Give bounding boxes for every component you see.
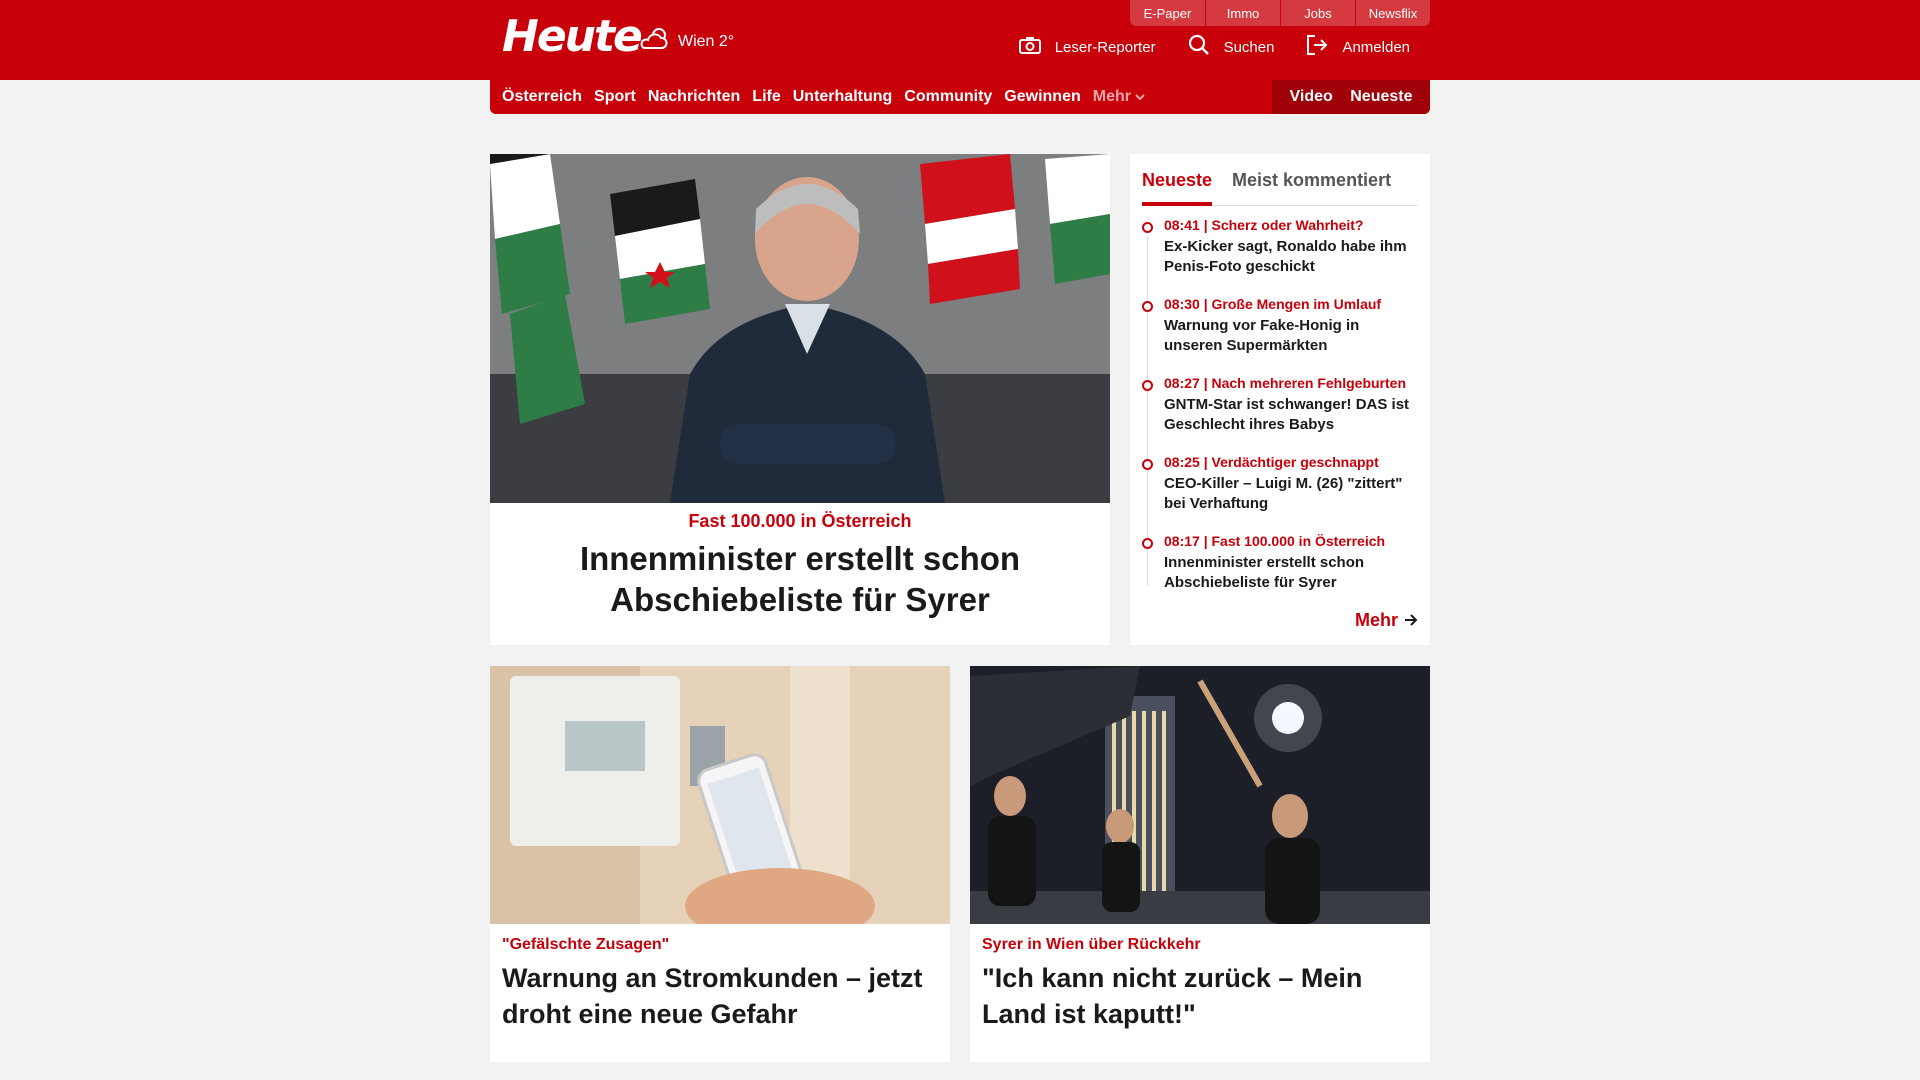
nav-more-dropdown[interactable]: Mehr bbox=[1093, 88, 1145, 106]
site-logo[interactable]: Heute bbox=[502, 12, 643, 62]
timeline-dot-icon bbox=[1142, 380, 1153, 391]
feed-item-title: GNTM-Star ist schwanger! DAS ist Geschle… bbox=[1164, 396, 1410, 433]
leser-reporter-button[interactable]: Leser-Reporter bbox=[1018, 36, 1156, 58]
flag-syria-mid bbox=[610, 179, 710, 324]
timeline-dot-icon bbox=[1142, 301, 1153, 312]
card-image-syrer[interactable] bbox=[970, 666, 1430, 924]
camera-icon bbox=[1018, 36, 1055, 58]
tab-neueste[interactable]: Neueste bbox=[1142, 162, 1213, 206]
latest-news-sidebar: Neueste Meist kommentiert 08:41 | Scherz… bbox=[1130, 154, 1430, 645]
login-button[interactable]: Anmelden bbox=[1306, 35, 1410, 59]
feed-item[interactable]: 08:25 | Verdächtiger geschnappt CEO-Kill… bbox=[1142, 453, 1418, 532]
tab-meist-kommentiert[interactable]: Meist kommentiert bbox=[1232, 162, 1391, 205]
feed-item-title: Warnung vor Fake-Honig in unseren Superm… bbox=[1164, 317, 1360, 354]
hero-image[interactable] bbox=[490, 154, 1110, 503]
sidebar-more-label: Mehr bbox=[1354, 610, 1398, 630]
timeline-dot-icon bbox=[1142, 222, 1153, 233]
nav-item-oesterreich[interactable]: Österreich bbox=[502, 88, 582, 106]
feed-item-title: Innenminister erstellt schon Abschiebeli… bbox=[1164, 554, 1365, 591]
weather-widget[interactable]: Wien 2° bbox=[638, 26, 734, 57]
article-card-strom[interactable]: "Gefälschte Zusagen" Warnung an Stromkun… bbox=[490, 666, 950, 1062]
search-button[interactable]: Suchen bbox=[1188, 34, 1275, 60]
nav-video[interactable]: Video bbox=[1289, 88, 1332, 106]
search-icon bbox=[1188, 34, 1224, 60]
card-text: "Gefälschte Zusagen" Warnung an Stromkun… bbox=[490, 924, 950, 1044]
sidebar-more-link[interactable]: Mehr bbox=[1355, 610, 1418, 631]
header-inner: Heute Wien 2° E-Paper Immo Jobs Newsflix… bbox=[490, 0, 1430, 80]
card-text: Syrer in Wien über Rückkehr "Ich kann ni… bbox=[970, 924, 1430, 1044]
main-nav: Österreich Sport Nachrichten Life Unterh… bbox=[490, 80, 1430, 114]
feed-item[interactable]: 08:30 | Große Mengen im Umlauf Warnung v… bbox=[1142, 295, 1418, 374]
hero-text: Fast 100.000 in Österreich Innenminister… bbox=[490, 503, 1110, 620]
nav-item-community[interactable]: Community bbox=[904, 88, 992, 106]
feed-item[interactable]: 08:27 | Nach mehreren Fehlgeburten GNTM-… bbox=[1142, 374, 1418, 453]
top-link-newsflix[interactable]: Newsflix bbox=[1355, 0, 1430, 26]
night-celebration-illustration bbox=[970, 666, 1430, 924]
hero-article[interactable]: Fast 100.000 in Österreich Innenminister… bbox=[490, 154, 1110, 645]
search-label: Suchen bbox=[1223, 38, 1275, 56]
top-link-immo[interactable]: Immo bbox=[1205, 0, 1280, 26]
hero-headline-line1: Innenminister erstellt schon bbox=[579, 540, 1021, 577]
top-links: E-Paper Immo Jobs Newsflix bbox=[1130, 0, 1430, 26]
weather-label: Wien 2° bbox=[678, 32, 735, 50]
feed-item-title: Ex-Kicker sagt, Ronaldo habe ihm Penis-F… bbox=[1164, 238, 1407, 275]
site-header: Heute Wien 2° E-Paper Immo Jobs Newsflix… bbox=[0, 0, 1920, 80]
login-label: Anmelden bbox=[1342, 38, 1410, 56]
flag-syria-far-right bbox=[1045, 154, 1110, 284]
electricity-meter-illustration bbox=[490, 666, 950, 924]
timeline-dot-icon bbox=[1142, 459, 1153, 470]
news-feed: 08:41 | Scherz oder Wahrheit? Ex-Kicker … bbox=[1142, 216, 1418, 611]
nav-item-unterhaltung[interactable]: Unterhaltung bbox=[793, 88, 893, 106]
card-kicker: "Gefälschte Zusagen" bbox=[502, 936, 670, 953]
card-title[interactable]: "Ich kann nicht zurück – Mein Land ist k… bbox=[982, 960, 1418, 1032]
card-image-strom[interactable] bbox=[490, 666, 950, 924]
hero-headline-line2: Abschiebeliste für Syrer bbox=[610, 581, 990, 618]
card-title[interactable]: Warnung an Stromkunden – jetzt droht ein… bbox=[502, 960, 938, 1032]
login-icon bbox=[1306, 35, 1342, 59]
top-link-epaper[interactable]: E-Paper bbox=[1130, 0, 1205, 26]
feed-item-meta: 08:17 | Fast 100.000 in Österreich bbox=[1164, 533, 1386, 549]
flag-austria-right bbox=[920, 154, 1020, 304]
nav-item-sport[interactable]: Sport bbox=[594, 88, 636, 106]
nav-right-group: Video Neueste bbox=[1272, 80, 1430, 114]
leser-reporter-label: Leser-Reporter bbox=[1054, 38, 1156, 56]
feed-item[interactable]: 08:17 | Fast 100.000 in Österreich Innen… bbox=[1142, 532, 1418, 611]
nav-more-label: Mehr bbox=[1092, 88, 1131, 105]
timeline-dot-icon bbox=[1142, 538, 1153, 549]
feed-item[interactable]: 08:41 | Scherz oder Wahrheit? Ex-Kicker … bbox=[1142, 216, 1418, 295]
header-tools: Leser-Reporter Suchen Anmelden bbox=[987, 34, 1410, 60]
card-kicker: Syrer in Wien über Rückkehr bbox=[982, 936, 1201, 953]
cloud-sun-icon bbox=[638, 26, 678, 57]
nav-item-gewinnen[interactable]: Gewinnen bbox=[1004, 88, 1080, 106]
feed-item-meta: 08:25 | Verdächtiger geschnappt bbox=[1164, 454, 1379, 470]
nav-neueste[interactable]: Neueste bbox=[1350, 88, 1412, 106]
chevron-down-icon bbox=[1135, 88, 1145, 106]
nav-item-life[interactable]: Life bbox=[752, 88, 780, 106]
feed-item-title: CEO-Killer – Luigi M. (26) "zittert" bei… bbox=[1164, 475, 1403, 512]
top-link-jobs[interactable]: Jobs bbox=[1280, 0, 1355, 26]
sidebar-tabs: Neueste Meist kommentiert bbox=[1142, 162, 1418, 206]
feed-item-meta: 08:27 | Nach mehreren Fehlgeburten bbox=[1164, 375, 1406, 391]
feed-item-meta: 08:30 | Große Mengen im Umlauf bbox=[1164, 296, 1382, 312]
feed-item-meta: 08:41 | Scherz oder Wahrheit? bbox=[1164, 217, 1364, 233]
arrow-right-icon bbox=[1398, 610, 1418, 631]
article-card-syrer[interactable]: Syrer in Wien über Rückkehr "Ich kann ni… bbox=[970, 666, 1430, 1062]
hero-headline[interactable]: Innenminister erstellt schon Abschiebeli… bbox=[490, 538, 1110, 620]
hero-kicker: Fast 100.000 in Österreich bbox=[688, 511, 912, 531]
nav-item-nachrichten[interactable]: Nachrichten bbox=[648, 88, 740, 106]
hero-photo-illustration bbox=[490, 154, 1110, 503]
